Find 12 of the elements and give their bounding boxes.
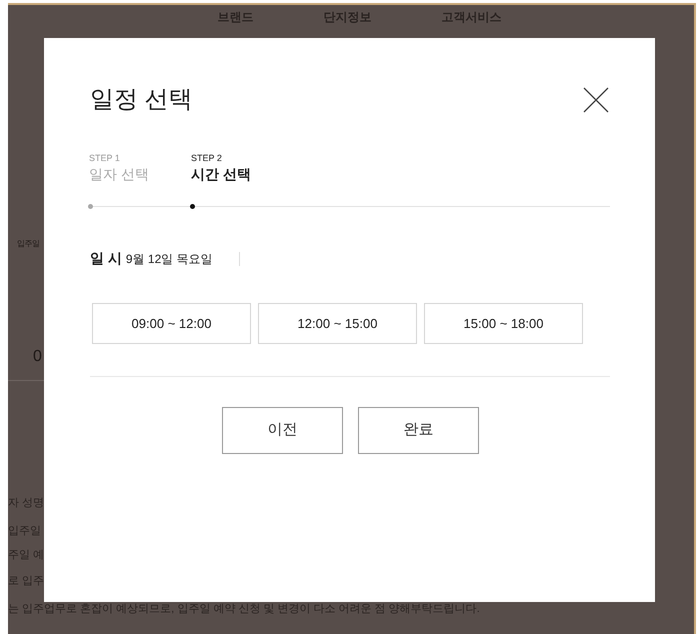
background-text: 0	[33, 347, 42, 367]
close-icon[interactable]	[583, 87, 609, 113]
time-slot-button[interactable]: 09:00 ~ 12:00	[92, 303, 251, 344]
date-value: 9월 12일 목요일	[126, 250, 213, 268]
time-slot-button[interactable]: 12:00 ~ 15:00	[258, 303, 417, 344]
dialog-button[interactable]: 완료	[358, 407, 479, 454]
dialog-title: 일정 선택	[90, 85, 193, 115]
step-tab[interactable]: STEP 2 시간 선택	[191, 152, 247, 185]
date-label: 일 시	[90, 249, 122, 268]
dialog-button[interactable]: 이전	[222, 407, 343, 454]
background-text: 입주일	[17, 238, 40, 250]
time-slot-button[interactable]: 15:00 ~ 18:00	[424, 303, 583, 344]
